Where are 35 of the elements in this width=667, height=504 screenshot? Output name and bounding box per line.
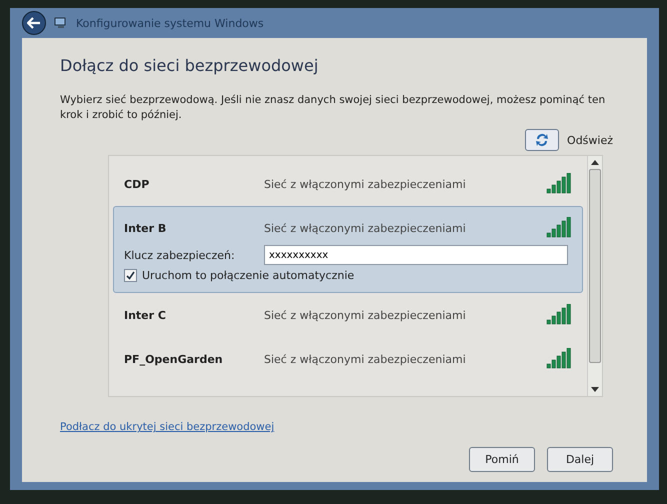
page-heading: Dołącz do sieci bezprzewodowej	[60, 56, 320, 75]
instruction-text: Wybierz sieć bezprzewodową. Jeśli nie znasz danych swojej sieci bezprzewodowej, możesz pominąć ten krok i zrobić to później.	[60, 93, 606, 124]
dialog-button[interactable]: Dalej	[547, 447, 613, 472]
network-status: Sieć z włączonymi zabezpieczeniami	[264, 222, 467, 235]
signal-strength-icon	[546, 173, 572, 196]
network-item[interactable]: Inter C Sieć z włączonymi zabezpieczeniami	[113, 293, 583, 338]
signal-strength-icon	[546, 304, 572, 326]
hidden-network-link[interactable]: Podłacz do ukrytej sieci bezprzewodowej	[60, 421, 274, 434]
signal-strength-icon	[546, 217, 572, 240]
window-title: Konfigurowanie systemu Windows	[76, 16, 264, 30]
back-button[interactable]	[22, 11, 46, 35]
network-name: CDP	[124, 178, 150, 191]
refresh-icon	[534, 132, 550, 148]
network-name: Inter C	[124, 308, 167, 322]
security-key-field[interactable]: xxxxxxxxxx	[264, 245, 568, 266]
network-name: PF_OpenGarden	[124, 352, 224, 366]
auto-connect-label: Uruchom to połączenie automatycznie	[142, 269, 354, 282]
network-name: Inter B	[124, 222, 168, 235]
network-status: Sieć z włączonymi zabezpieczeniami	[264, 352, 467, 366]
scroll-up-arrow-icon[interactable]	[591, 160, 599, 166]
network-item[interactable]: Inter B Sieć z włączonymi zabezpieczeniami Klucz zabezpieczeń: xxxxxxxxxx Uruchom to połączenie automatycznie	[113, 206, 583, 294]
signal-strength-icon	[546, 348, 572, 370]
back-arrow-icon	[27, 17, 41, 29]
network-status: Sieć z włączonymi zabezpieczeniami	[264, 178, 467, 191]
scroll-down-arrow-icon[interactable]	[591, 387, 599, 392]
network-status: Sieć z włączonymi zabezpieczeniami	[264, 308, 467, 322]
security-key-label: Klucz zabezpieczeń:	[124, 248, 236, 262]
network-item[interactable]: CDP Sieć z włączonymi zabezpieczeniami	[113, 162, 583, 206]
dialog-button[interactable]: Pomiń	[469, 447, 535, 472]
scrollbar[interactable]	[587, 156, 602, 396]
checkbox[interactable]	[124, 269, 137, 282]
refresh-button[interactable]	[525, 129, 560, 152]
refresh-label[interactable]: Odśwież	[567, 134, 613, 147]
computer-icon	[54, 17, 68, 29]
network-item[interactable]: PF_OpenGarden Sieć z włączonymi zabezpieczeniami	[113, 337, 583, 382]
